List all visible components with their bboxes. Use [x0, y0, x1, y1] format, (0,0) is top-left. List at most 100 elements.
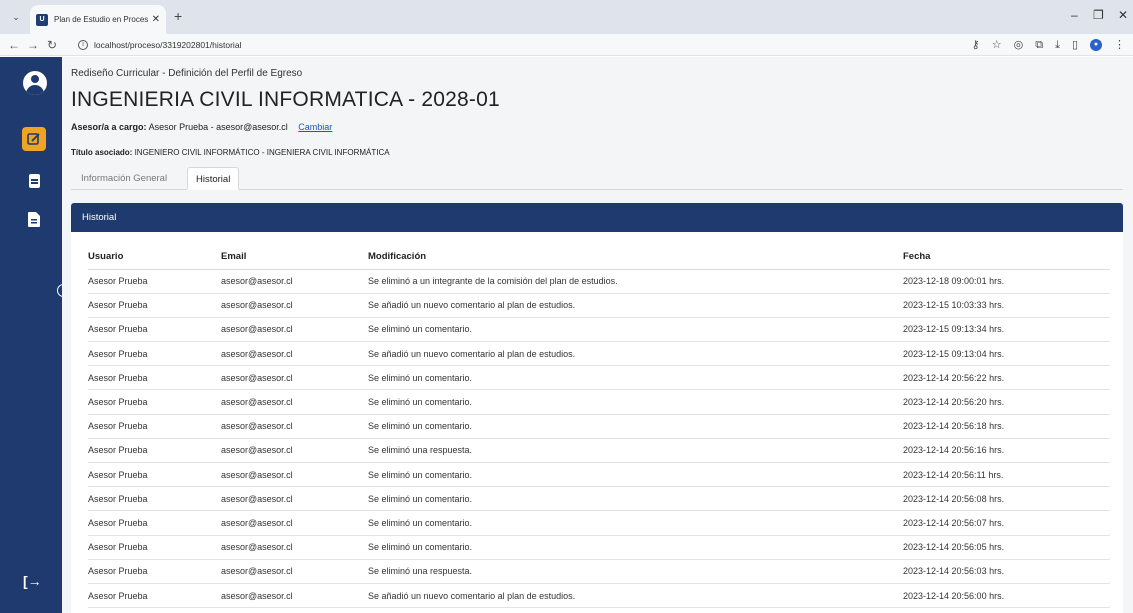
address-bar[interactable]: i localhost/proceso/3319202801/historial	[78, 36, 938, 54]
back-icon[interactable]: ←	[8, 37, 20, 53]
tab-search-icon[interactable]: ⌄	[8, 9, 24, 25]
table-row: Asesor Prueba asesor@asesor.cl Se eliminó …	[88, 317, 1110, 343]
reload-icon[interactable]: ↻	[47, 37, 57, 53]
cell-fecha: 2023-12-14 20:56:00 hrs.	[903, 583, 1110, 609]
cell-fecha: 2023-12-14 20:56:08 hrs.	[903, 486, 1110, 512]
profile-icon[interactable]: ●	[1090, 39, 1102, 51]
table-row: Asesor Prueba asesor@asesor.cl Se eliminó …	[88, 486, 1110, 512]
cell-email: asesor@asesor.cl	[221, 462, 368, 488]
cell-usuario: Asesor Prueba	[88, 486, 221, 512]
cell-usuario: Asesor Prueba	[88, 462, 221, 488]
cell-fecha: 2023-12-18 09:00:01 hrs.	[903, 269, 1110, 294]
cell-usuario: Asesor Prueba	[88, 414, 221, 439]
cell-fecha: 2023-12-14 20:56:03 hrs.	[903, 559, 1110, 584]
cell-email: asesor@asesor.cl	[221, 414, 368, 439]
column-header-modificacion: Modificación	[368, 245, 903, 270]
cell-email: asesor@asesor.cl	[221, 559, 368, 584]
cell-email: asesor@asesor.cl	[221, 293, 368, 318]
table-header-row: Usuario Email Modificación Fecha	[88, 245, 1110, 270]
cell-email: asesor@asesor.cl	[221, 269, 368, 294]
cell-email: asesor@asesor.cl	[221, 389, 368, 415]
url-text: localhost/proceso/3319202801/historial	[94, 40, 242, 50]
extension-icon[interactable]: ◎	[1014, 37, 1024, 53]
cell-fecha: 2023-12-15 09:13:04 hrs.	[903, 341, 1110, 367]
browser-tab[interactable]: U Plan de Estudio en Proceso - Si ✕	[30, 5, 166, 34]
logout-icon[interactable]: [→	[23, 573, 42, 589]
cell-usuario: Asesor Prueba	[88, 365, 221, 391]
cell-modificacion: Se eliminó un comentario.	[368, 389, 903, 415]
cell-usuario: Asesor Prueba	[88, 559, 221, 584]
cell-modificacion: Se eliminó a un integrante de la comisió…	[368, 269, 903, 294]
cell-fecha: 2023-12-15 10:03:33 hrs.	[903, 293, 1110, 318]
key-icon[interactable]: ⚷	[972, 37, 980, 53]
cell-fecha: 2023-12-14 20:56:22 hrs.	[903, 365, 1110, 391]
table-row: Asesor Prueba asesor@asesor.cl Se añadió u…	[88, 293, 1110, 318]
file-icon[interactable]	[22, 207, 46, 231]
user-avatar-icon[interactable]	[23, 71, 47, 95]
cell-modificacion: Se añadió un nuevo comentario al plan de…	[368, 293, 903, 318]
cell-email: asesor@asesor.cl	[221, 341, 368, 367]
asesor-label: Asesor/a a cargo:	[71, 122, 147, 132]
cell-modificacion: Se eliminó un comentario.	[368, 414, 903, 439]
cell-modificacion: Se eliminó un comentario.	[368, 486, 903, 512]
titulo-label: Título asociado:	[71, 148, 133, 157]
page-title: INGENIERIA CIVIL INFORMATICA - 2028-01	[71, 88, 500, 111]
table-row: Asesor Prueba asesor@asesor.cl Se eliminó …	[88, 365, 1110, 391]
table-row: Asesor Prueba asesor@asesor.cl Se eliminó …	[88, 462, 1110, 488]
tab-historial[interactable]: Historial	[187, 167, 240, 190]
cell-usuario: Asesor Prueba	[88, 583, 221, 609]
cell-modificacion: Se eliminó un comentario.	[368, 510, 903, 536]
cell-email: asesor@asesor.cl	[221, 317, 368, 343]
document-icon[interactable]	[22, 169, 46, 193]
titulo-info: Título asociado: INGENIERO CIVIL INFORMÁ…	[71, 148, 390, 157]
table-row: Asesor Prueba asesor@asesor.cl Se eliminó …	[88, 535, 1110, 560]
cell-fecha: 2023-12-14 20:56:11 hrs.	[903, 462, 1110, 488]
cell-usuario: Asesor Prueba	[88, 269, 221, 294]
new-tab-icon[interactable]: +	[174, 9, 182, 23]
cell-email: asesor@asesor.cl	[221, 510, 368, 536]
restore-icon[interactable]: ❐	[1093, 8, 1104, 22]
cell-usuario: Asesor Prueba	[88, 438, 221, 464]
cell-modificacion: Se eliminó un comentario.	[368, 317, 903, 343]
bookmark-star-icon[interactable]: ☆	[992, 37, 1002, 53]
minimize-icon[interactable]: –	[1071, 8, 1078, 22]
table-row: Asesor Prueba asesor@asesor.cl Se eliminó …	[88, 510, 1110, 536]
cell-email: asesor@asesor.cl	[221, 486, 368, 512]
table-row: Asesor Prueba asesor@asesor.cl Se eliminó …	[88, 438, 1110, 464]
cell-modificacion: Se eliminó un comentario.	[368, 462, 903, 488]
side-panel-icon[interactable]: ▯	[1072, 37, 1078, 53]
cell-fecha: 2023-12-14 20:56:05 hrs.	[903, 535, 1110, 560]
tab-informacion-general[interactable]: Información General	[73, 167, 175, 190]
site-info-icon[interactable]: i	[78, 40, 88, 50]
cell-modificacion: Se eliminó un comentario.	[368, 535, 903, 560]
cell-modificacion: Se eliminó una respuesta.	[368, 438, 903, 464]
change-asesor-link[interactable]: Cambiar	[298, 122, 332, 132]
page-subtitle: Rediseño Curricular - Definición del Per…	[71, 68, 303, 79]
browser-tab-bar: ⌄ U Plan de Estudio en Proceso - Si ✕ + …	[0, 0, 1133, 34]
edit-icon[interactable]	[22, 127, 46, 151]
window-close-icon[interactable]: ✕	[1118, 8, 1128, 22]
menu-icon[interactable]: ⋮	[1114, 37, 1125, 53]
close-icon[interactable]: ✕	[152, 14, 160, 25]
puzzle-icon[interactable]: ⧉	[1035, 37, 1043, 53]
cell-usuario: Asesor Prueba	[88, 535, 221, 560]
forward-icon[interactable]: →	[27, 37, 39, 53]
download-icon[interactable]: ⤓	[1055, 37, 1060, 53]
cell-usuario: Asesor Prueba	[88, 341, 221, 367]
column-header-fecha: Fecha	[903, 245, 1110, 270]
cell-email: asesor@asesor.cl	[221, 438, 368, 464]
historial-table: Usuario Email Modificación Fecha Asesor …	[88, 245, 1110, 609]
asesor-value: Asesor Prueba - asesor@asesor.cl	[148, 122, 288, 132]
table-row: Asesor Prueba asesor@asesor.cl Se añadió u…	[88, 583, 1110, 609]
table-row: Asesor Prueba asesor@asesor.cl Se añadió u…	[88, 341, 1110, 367]
cell-modificacion: Se añadió un nuevo comentario al plan de…	[368, 583, 903, 609]
cell-email: asesor@asesor.cl	[221, 583, 368, 609]
page-tabs: Información General Historial	[71, 167, 1123, 190]
column-header-usuario: Usuario	[88, 245, 221, 270]
asesor-info: Asesor/a a cargo: Asesor Prueba - asesor…	[71, 122, 332, 132]
cell-fecha: 2023-12-14 20:56:20 hrs.	[903, 389, 1110, 415]
historial-card: Historial Usuario Email Modificación Fec…	[71, 203, 1123, 613]
table-row: Asesor Prueba asesor@asesor.cl Se eliminó …	[88, 389, 1110, 415]
cell-fecha: 2023-12-14 20:56:18 hrs.	[903, 414, 1110, 439]
main-content: Rediseño Curricular - Definición del Per…	[62, 57, 1133, 613]
